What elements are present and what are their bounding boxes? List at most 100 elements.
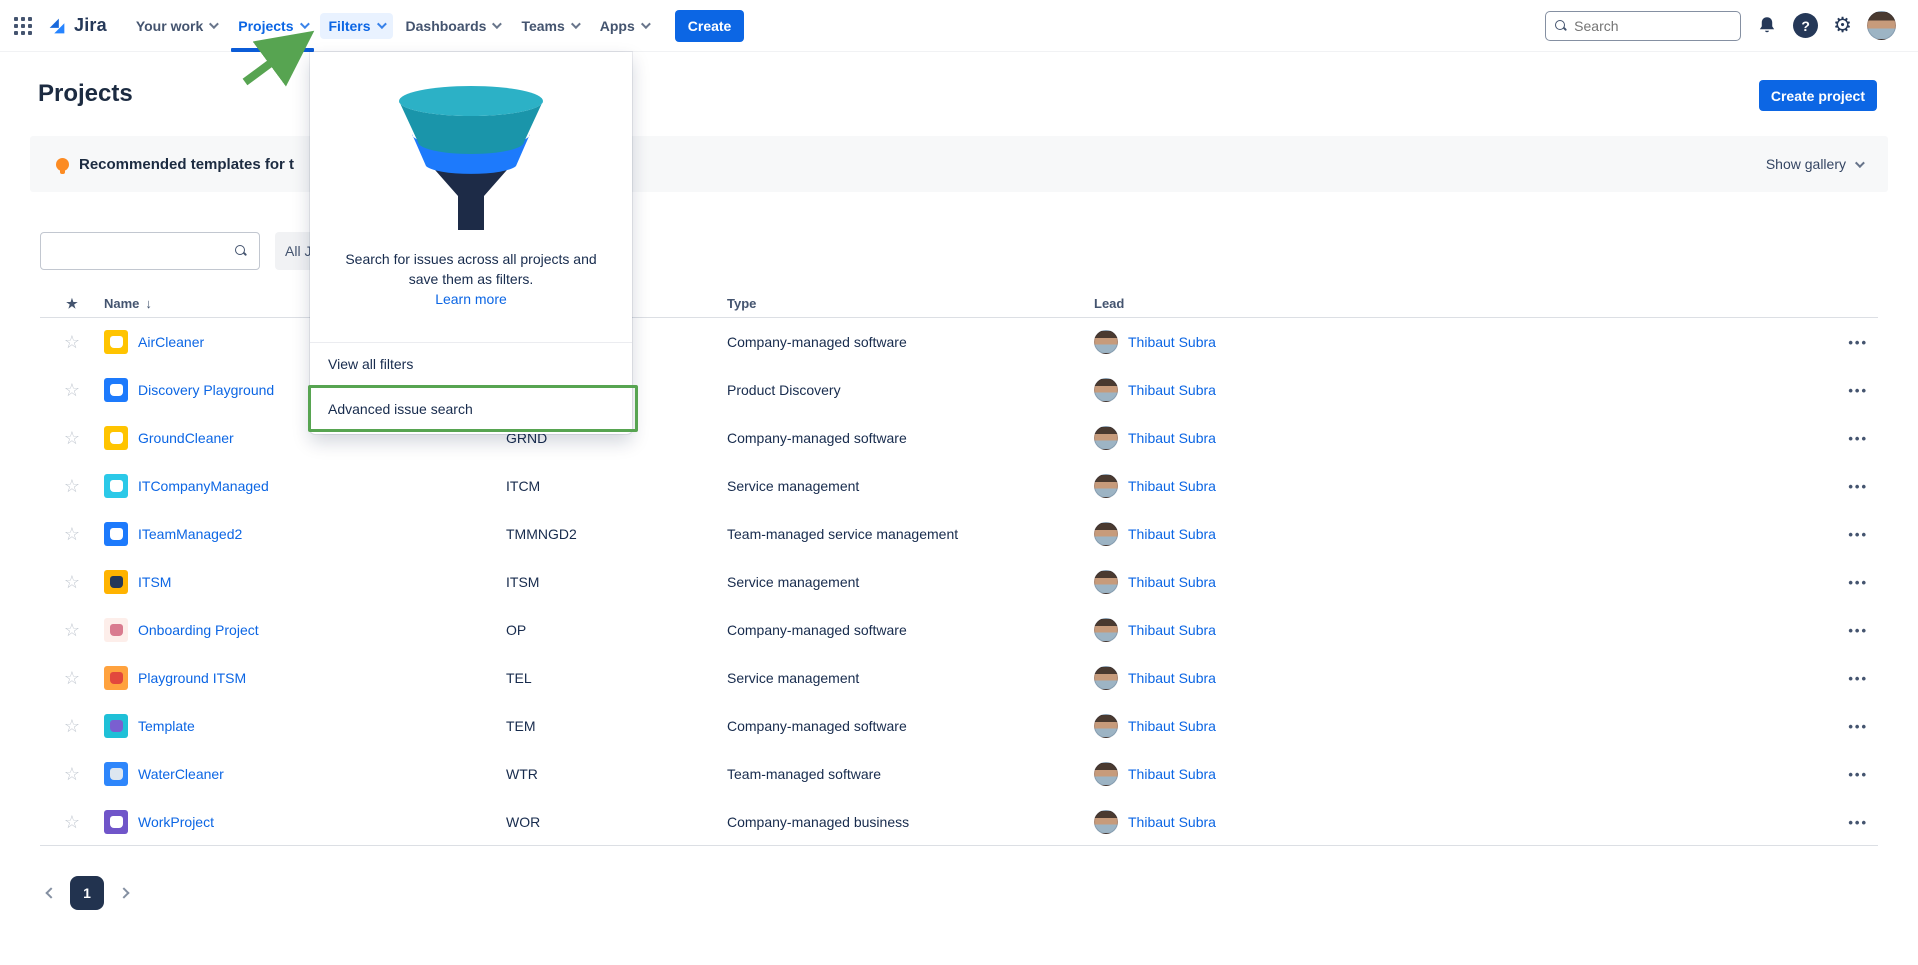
star-icon[interactable]: ☆ [64, 380, 80, 400]
project-name-link[interactable]: GroundCleaner [138, 430, 234, 446]
lead-avatar [1094, 618, 1118, 642]
recommended-templates-banner: Recommended templates for t Show gallery [30, 136, 1888, 192]
row-actions-button[interactable]: ••• [1848, 719, 1868, 734]
lead-avatar [1094, 666, 1118, 690]
row-actions-button[interactable]: ••• [1848, 431, 1868, 446]
project-name-link[interactable]: Onboarding Project [138, 622, 259, 638]
chevron-down-icon [299, 19, 309, 29]
lead-link[interactable]: Thibaut Subra [1128, 430, 1216, 446]
chevron-down-icon [1855, 158, 1865, 168]
project-name-link[interactable]: ITSM [138, 574, 171, 590]
show-gallery-button[interactable]: Show gallery [1766, 156, 1862, 172]
nav-item-teams[interactable]: Teams [510, 0, 588, 52]
lead-avatar [1094, 762, 1118, 786]
project-search-input[interactable] [53, 243, 235, 259]
current-page-button[interactable]: 1 [70, 876, 104, 910]
lead-link[interactable]: Thibaut Subra [1128, 718, 1216, 734]
project-name-link[interactable]: ITeamManaged2 [138, 526, 242, 542]
star-icon[interactable]: ☆ [64, 812, 80, 832]
project-name-link[interactable]: AirCleaner [138, 334, 204, 350]
row-actions-button[interactable]: ••• [1848, 575, 1868, 590]
learn-more-link[interactable]: Learn more [435, 291, 507, 307]
project-name-link[interactable]: Playground ITSM [138, 670, 246, 686]
row-actions-button[interactable]: ••• [1848, 815, 1868, 830]
row-actions-button[interactable]: ••• [1848, 671, 1868, 686]
project-name-link[interactable]: WorkProject [138, 814, 214, 830]
banner-title: Recommended templates for t [79, 156, 294, 173]
star-icon[interactable]: ☆ [64, 524, 80, 544]
project-key: TMMNGD2 [506, 526, 727, 542]
global-search-input[interactable] [1574, 18, 1731, 34]
settings-gear-icon[interactable]: ⚙ [1833, 15, 1852, 36]
row-actions-button[interactable]: ••• [1848, 527, 1868, 542]
sort-descending-icon: ↓ [145, 296, 152, 311]
project-key: TEL [506, 670, 727, 686]
project-icon [104, 762, 128, 786]
nav-item-apps[interactable]: Apps [589, 0, 659, 52]
project-icon [104, 378, 128, 402]
row-actions-button[interactable]: ••• [1848, 767, 1868, 782]
user-avatar[interactable] [1867, 11, 1896, 40]
chevron-down-icon [209, 19, 219, 29]
project-icon [104, 618, 128, 642]
row-actions-button[interactable]: ••• [1848, 335, 1868, 350]
row-actions-button[interactable]: ••• [1848, 623, 1868, 638]
chevron-down-icon [641, 19, 651, 29]
lead-link[interactable]: Thibaut Subra [1128, 334, 1216, 350]
table-row: ☆ WorkProject WOR Company-managed busine… [40, 798, 1878, 846]
table-row: ☆ Playground ITSM TEL Service management… [40, 654, 1878, 702]
project-key: WOR [506, 814, 727, 830]
project-key: WTR [506, 766, 727, 782]
project-search-box[interactable] [40, 232, 260, 270]
lead-link[interactable]: Thibaut Subra [1128, 670, 1216, 686]
previous-page-button[interactable] [36, 880, 62, 906]
lead-link[interactable]: Thibaut Subra [1128, 766, 1216, 782]
create-project-button[interactable]: Create project [1759, 80, 1877, 111]
help-icon[interactable]: ? [1793, 13, 1818, 38]
lead-avatar [1094, 426, 1118, 450]
project-type: Service management [727, 670, 1086, 686]
nav-item-filters[interactable]: Filters [318, 0, 395, 52]
star-icon[interactable]: ☆ [64, 572, 80, 592]
star-icon[interactable]: ☆ [64, 620, 80, 640]
star-icon[interactable]: ☆ [64, 668, 80, 688]
app-switcher-icon[interactable] [14, 17, 32, 35]
brand-name: Jira [74, 15, 107, 36]
lead-link[interactable]: Thibaut Subra [1128, 574, 1216, 590]
star-icon[interactable]: ☆ [64, 428, 80, 448]
star-icon[interactable]: ☆ [64, 332, 80, 352]
row-actions-button[interactable]: ••• [1848, 479, 1868, 494]
lead-link[interactable]: Thibaut Subra [1128, 382, 1216, 398]
global-search[interactable] [1545, 11, 1741, 41]
lead-avatar [1094, 474, 1118, 498]
star-icon[interactable]: ☆ [64, 476, 80, 496]
jira-logo[interactable]: Jira [46, 15, 107, 37]
project-type: Company-managed software [727, 430, 1086, 446]
jira-mark-icon [46, 15, 68, 37]
notifications-bell-icon[interactable] [1756, 15, 1778, 37]
star-icon[interactable]: ☆ [64, 716, 80, 736]
nav-item-your-work[interactable]: Your work [125, 0, 227, 52]
project-key: OP [506, 622, 727, 638]
nav-item-projects[interactable]: Projects [227, 0, 317, 52]
project-name-link[interactable]: Template [138, 718, 195, 734]
project-name-link[interactable]: ITCompanyManaged [138, 478, 269, 494]
menu-item-advanced-issue-search[interactable]: Advanced issue search [310, 385, 632, 432]
lead-column-header: Lead [1086, 296, 1800, 311]
nav-item-dashboards[interactable]: Dashboards [395, 0, 511, 52]
lead-link[interactable]: Thibaut Subra [1128, 814, 1216, 830]
project-name-link[interactable]: Discovery Playground [138, 382, 274, 398]
lead-avatar [1094, 714, 1118, 738]
lead-link[interactable]: Thibaut Subra [1128, 526, 1216, 542]
project-name-link[interactable]: WaterCleaner [138, 766, 224, 782]
project-icon [104, 426, 128, 450]
lead-link[interactable]: Thibaut Subra [1128, 478, 1216, 494]
project-type: Company-managed software [727, 334, 1086, 350]
project-icon [104, 666, 128, 690]
next-page-button[interactable] [112, 880, 138, 906]
menu-item-view-all-filters[interactable]: View all filters [310, 343, 632, 385]
star-icon[interactable]: ☆ [64, 764, 80, 784]
lead-link[interactable]: Thibaut Subra [1128, 622, 1216, 638]
row-actions-button[interactable]: ••• [1848, 383, 1868, 398]
create-button[interactable]: Create [675, 10, 745, 42]
